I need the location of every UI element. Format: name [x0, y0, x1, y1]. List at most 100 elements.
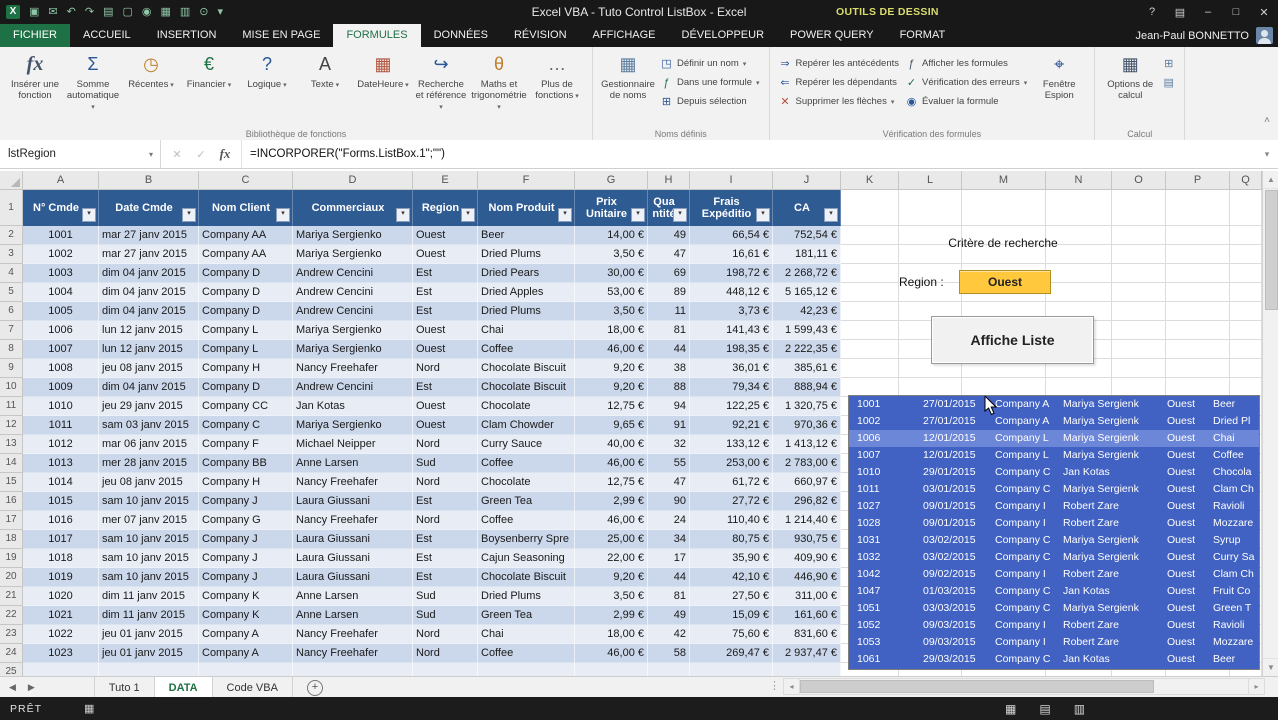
column-header-L[interactable]: L	[899, 171, 962, 190]
cell-F13[interactable]: Curry Sauce	[478, 435, 575, 454]
cell-B14[interactable]: mer 28 janv 2015	[99, 454, 199, 473]
name-box-dropdown-icon[interactable]: ▾	[142, 150, 160, 159]
cell-I16[interactable]: 27,72 €	[690, 492, 773, 511]
insert-function-fx-icon[interactable]: fx	[213, 146, 237, 162]
cell-Q8[interactable]	[1230, 340, 1262, 359]
cell-Q6[interactable]	[1230, 302, 1262, 321]
cell-P1[interactable]	[1166, 190, 1230, 226]
cell-A2[interactable]: 1001	[23, 226, 99, 245]
cell-I19[interactable]: 35,90 €	[690, 549, 773, 568]
cell-B7[interactable]: lun 12 janv 2015	[99, 321, 199, 340]
row-header-4[interactable]: 4	[0, 264, 23, 283]
cell-G15[interactable]: 12,75 €	[575, 473, 648, 492]
cell-D5[interactable]: Andrew Cencini	[293, 283, 413, 302]
cell-F12[interactable]: Clam Chowder	[478, 416, 575, 435]
view-page-break-icon[interactable]: ▥	[1074, 702, 1085, 716]
cell-B12[interactable]: sam 03 janv 2015	[99, 416, 199, 435]
ribbon-button-afficher-les-formules[interactable]: ƒ Afficher les formules	[902, 54, 1030, 73]
enter-icon[interactable]: ✓	[189, 148, 213, 161]
listbox-row-1028[interactable]: 1028 09/01/2015 Company I Robert Zare Ouest M…	[849, 515, 1259, 532]
cell-G6[interactable]: 3,50 €	[575, 302, 648, 321]
ribbon-button-valuer-la-formule[interactable]: ◉ Évaluer la formule	[902, 92, 1030, 111]
table-header-date-cmde[interactable]: Date Cmde ▾	[99, 190, 199, 226]
row-header-10[interactable]: 10	[0, 378, 23, 397]
cell-I9[interactable]: 36,01 €	[690, 359, 773, 378]
vertical-scrollbar-thumb[interactable]	[1265, 190, 1278, 310]
table-header-ca[interactable]: CA ▾	[773, 190, 841, 226]
cell-O1[interactable]	[1112, 190, 1166, 226]
table-header-nom-produit[interactable]: Nom Produit ▾	[478, 190, 575, 226]
cell-F19[interactable]: Cajun Seasoning	[478, 549, 575, 568]
row-header-9[interactable]: 9	[0, 359, 23, 378]
minimize-button[interactable]: –	[1194, 6, 1222, 18]
table-header-n-cmde[interactable]: N° Cmde ▾	[23, 190, 99, 226]
column-header-B[interactable]: B	[99, 171, 199, 190]
cell-E21[interactable]: Sud	[413, 587, 478, 606]
row-header-24[interactable]: 24	[0, 644, 23, 663]
cell-F4[interactable]: Dried Pears	[478, 264, 575, 283]
cell-C13[interactable]: Company F	[199, 435, 293, 454]
cell-A13[interactable]: 1012	[23, 435, 99, 454]
cell-C15[interactable]: Company H	[199, 473, 293, 492]
scroll-up-icon[interactable]: ▲	[1263, 171, 1278, 189]
cell-G2[interactable]: 14,00 €	[575, 226, 648, 245]
tab-format[interactable]: FORMAT	[887, 24, 959, 47]
cell-J9[interactable]: 385,61 €	[773, 359, 841, 378]
cell-J4[interactable]: 2 268,72 €	[773, 264, 841, 283]
tab-insertion[interactable]: INSERTION	[144, 24, 230, 47]
cell-E14[interactable]: Sud	[413, 454, 478, 473]
name-box[interactable]: lstRegion ▾	[0, 140, 161, 168]
sheet-icon[interactable]: ▥	[180, 5, 190, 19]
cell-J25[interactable]	[773, 663, 841, 676]
add-sheet-button[interactable]: +	[306, 679, 323, 696]
ribbon-button-depuis-s-lection[interactable]: ⊞ Depuis sélection	[657, 92, 763, 111]
row-header-22[interactable]: 22	[0, 606, 23, 625]
cell-O5[interactable]	[1112, 283, 1166, 302]
cell-D21[interactable]: Anne Larsen	[293, 587, 413, 606]
cell-A12[interactable]: 1011	[23, 416, 99, 435]
cell-G23[interactable]: 18,00 €	[575, 625, 648, 644]
cell-G10[interactable]: 9,20 €	[575, 378, 648, 397]
cell-J2[interactable]: 752,54 €	[773, 226, 841, 245]
cell-O6[interactable]	[1112, 302, 1166, 321]
row-header-16[interactable]: 16	[0, 492, 23, 511]
cell-P7[interactable]	[1166, 321, 1230, 340]
cell-J23[interactable]: 831,60 €	[773, 625, 841, 644]
cell-A17[interactable]: 1016	[23, 511, 99, 530]
cell-J10[interactable]: 888,94 €	[773, 378, 841, 397]
row-header-12[interactable]: 12	[0, 416, 23, 435]
cell-C25[interactable]	[199, 663, 293, 676]
ribbon-button-recherche-et-r-f-rence[interactable]: ↪ Recherche et référence ▾	[412, 50, 470, 116]
camera-icon[interactable]: ◉	[142, 5, 152, 19]
cell-A6[interactable]: 1005	[23, 302, 99, 321]
table-header-region[interactable]: Region ▾	[413, 190, 478, 226]
cell-D24[interactable]: Nancy Freehafer	[293, 644, 413, 663]
cell-F25[interactable]	[478, 663, 575, 676]
cell-C19[interactable]: Company J	[199, 549, 293, 568]
tab-accueil[interactable]: ACCUEIL	[70, 24, 144, 47]
row-header-20[interactable]: 20	[0, 568, 23, 587]
cell-G14[interactable]: 46,00 €	[575, 454, 648, 473]
column-header-Q[interactable]: Q	[1230, 171, 1262, 190]
column-header-H[interactable]: H	[648, 171, 690, 190]
cell-P4[interactable]	[1166, 264, 1230, 283]
name-manager-button[interactable]: ▦ Gestionnaire de noms	[599, 50, 657, 103]
cell-I23[interactable]: 75,60 €	[690, 625, 773, 644]
row-header-8[interactable]: 8	[0, 340, 23, 359]
cell-I10[interactable]: 79,34 €	[690, 378, 773, 397]
cell-J16[interactable]: 296,82 €	[773, 492, 841, 511]
cell-E22[interactable]: Sud	[413, 606, 478, 625]
scroll-left-icon[interactable]: ◂	[783, 678, 800, 695]
user-account[interactable]: Jean-Paul BONNETTO	[1135, 24, 1273, 47]
table-header-commerciaux[interactable]: Commerciaux ▾	[293, 190, 413, 226]
ribbon-button-r-centes[interactable]: ◷ Récentes ▾	[122, 50, 180, 116]
column-header-K[interactable]: K	[841, 171, 899, 190]
cell-A3[interactable]: 1002	[23, 245, 99, 264]
cell-D17[interactable]: Nancy Freehafer	[293, 511, 413, 530]
cell-D12[interactable]: Mariya Sergienko	[293, 416, 413, 435]
cell-D20[interactable]: Laura Giussani	[293, 568, 413, 587]
cell-C20[interactable]: Company J	[199, 568, 293, 587]
listbox-row-1051[interactable]: 1051 03/03/2015 Company C Mariya Sergienk Ou…	[849, 600, 1259, 617]
cell-E18[interactable]: Est	[413, 530, 478, 549]
tab-d-veloppeur[interactable]: DÉVELOPPEUR	[669, 24, 778, 47]
